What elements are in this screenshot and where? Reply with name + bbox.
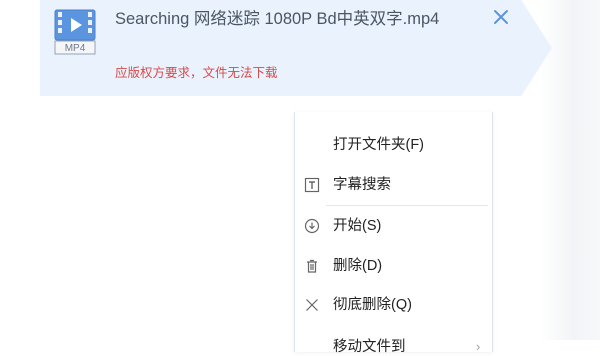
- menu-item-label: 开始(S): [333, 218, 382, 234]
- menu-item-label: 彻底删除(Q): [333, 297, 412, 313]
- subtitle-icon: [304, 177, 320, 193]
- video-file-icon: MP4: [52, 8, 98, 56]
- menu-item-label: 删除(D): [333, 258, 383, 274]
- close-icon: [304, 297, 320, 313]
- menu-item-open-folder[interactable]: 打开文件夹(F): [295, 126, 492, 164]
- file-type-label: MP4: [65, 43, 86, 54]
- menu-item-label: 字幕搜索: [333, 177, 391, 193]
- submenu-arrow-icon: ›: [476, 339, 481, 354]
- file-name: Searching 网络迷踪 1080P Bd中英双字.mp4: [115, 10, 440, 28]
- menu-item-start[interactable]: 开始(S): [295, 207, 492, 245]
- menu-item-move-file-label[interactable]: 移动文件到: [333, 338, 406, 356]
- menu-item-label: 打开文件夹(F): [333, 137, 425, 153]
- download-item-card[interactable]: MP4 Searching 网络迷踪 1080P Bd中英双字.mp4 应版权方…: [40, 0, 552, 96]
- menu-item-subtitle-search[interactable]: 字幕搜索: [295, 166, 492, 204]
- menu-divider: [326, 205, 488, 206]
- download-warning-text: 应版权方要求，文件无法下载: [115, 66, 278, 80]
- close-icon[interactable]: [492, 8, 510, 26]
- menu-item-delete[interactable]: 删除(D): [295, 247, 492, 285]
- trash-icon: [304, 258, 320, 274]
- download-start-icon: [304, 218, 320, 234]
- context-menu: 打开文件夹(F) 字幕搜索 开始(S) 删除(D) 彻底删除(Q) 移动文件到 …: [294, 112, 493, 355]
- menu-item-permanent-delete[interactable]: 彻底删除(Q): [295, 286, 492, 324]
